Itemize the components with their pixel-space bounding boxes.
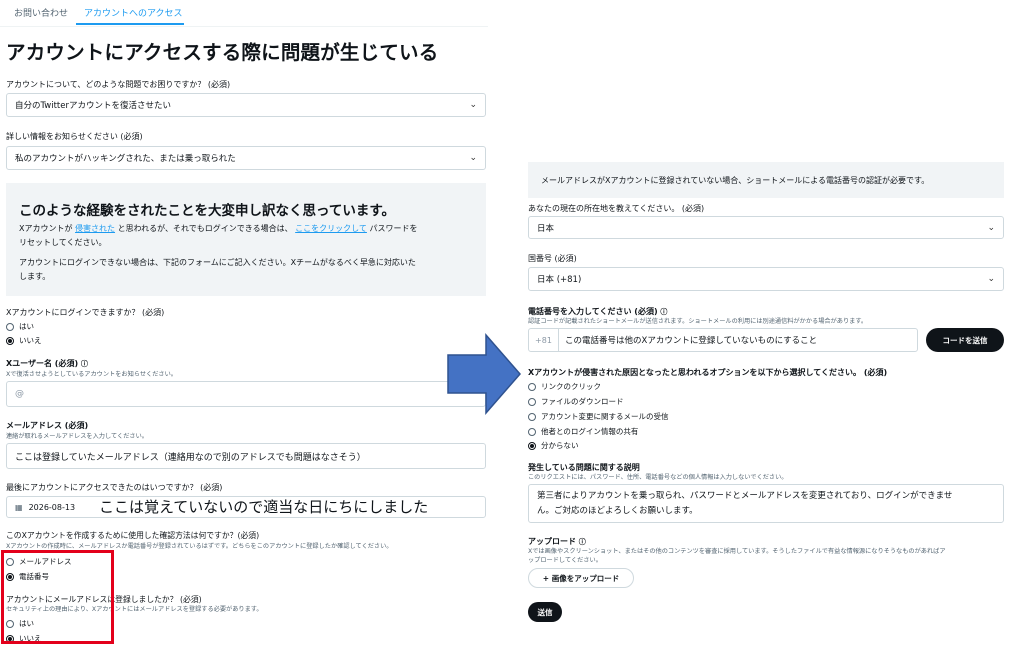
country-code-select[interactable]: 日本 (+81) ⌄ bbox=[528, 267, 1004, 291]
tab-contact[interactable]: お問い合わせ bbox=[14, 6, 68, 19]
location-select-value: 日本 bbox=[537, 223, 555, 234]
radio-label: いいえ bbox=[19, 336, 42, 345]
upload-help-2: ップロードしてください。 bbox=[528, 557, 602, 564]
description-help: このリクエストには、パスワード、住所、電話番号などの個人情報は入力しないでくださ… bbox=[528, 474, 788, 481]
detail-select[interactable]: 私のアカウントがハッキングされた、または乗っ取られた ⌄ bbox=[6, 146, 486, 170]
upload-help-1: Xでは画像やスクリーンショット、またはその他のコンテンツを審査に採用しています。… bbox=[528, 548, 946, 555]
location-select[interactable]: 日本 ⌄ bbox=[528, 216, 1004, 239]
chevron-down-icon: ⌄ bbox=[987, 274, 995, 284]
radio-icon bbox=[528, 382, 536, 391]
username-help: Xで復活させようとしているアカウントをお知らせください。 bbox=[6, 371, 177, 378]
username-input[interactable]: @ bbox=[6, 381, 486, 407]
country-code-value: 日本 (+81) bbox=[537, 275, 582, 285]
last-access-label: 最後にアカウントにアクセスできたのはいつですか？ (必須) bbox=[6, 483, 223, 492]
radio-icon bbox=[528, 412, 536, 421]
verify-help: Xアカウントの作成時に、メールアドレスか電話番号が登録されているはずです。どちら… bbox=[6, 543, 393, 550]
upload-label-text: アップロード bbox=[528, 537, 576, 546]
info-text: Xアカウントが bbox=[19, 224, 73, 233]
tab-account-access[interactable]: アカウントへのアクセス bbox=[84, 6, 183, 19]
radio-selected-icon bbox=[6, 336, 14, 345]
annotation-text: ここは覚えていないので適当な日にちにしました bbox=[99, 498, 429, 516]
radio-login-no[interactable]: いいえ bbox=[6, 335, 42, 346]
username-label-text: Xユーザー名 (必須) bbox=[6, 359, 79, 368]
highlight-box bbox=[1, 550, 114, 644]
info-text: と思われるが、それでもログインできる場合は、 bbox=[117, 224, 293, 233]
click-here-link[interactable]: ここをクリックして bbox=[295, 224, 367, 233]
calendar-icon: ▦ bbox=[15, 502, 23, 512]
info-paragraph-2-line2: します。 bbox=[19, 272, 51, 281]
chevron-down-icon: ⌄ bbox=[469, 100, 477, 110]
radio-cause-link[interactable]: リンクのクリック bbox=[528, 381, 601, 392]
radio-cause-email[interactable]: アカウント変更に関するメールの受信 bbox=[528, 411, 669, 422]
problem-label: アカウントについて、どのような問題でお困りですか？ (必須) bbox=[6, 80, 231, 89]
active-tab-indicator bbox=[76, 23, 184, 25]
info-paragraph-2: アカウントにログインできない場合は、下記のフォームにご記入ください。Xチームがな… bbox=[19, 258, 416, 267]
upload-image-button[interactable]: + 画像をアップロード bbox=[528, 568, 634, 588]
phone-input[interactable]: +81 この電話番号は他のXアカウントに登録していないものにすること bbox=[528, 328, 918, 352]
tab-divider bbox=[0, 26, 488, 27]
description-textarea[interactable]: 第三者によりアカウントを乗っ取られ、パスワードとメールアドレスを変更されており、… bbox=[528, 484, 1004, 523]
compromised-link[interactable]: 侵害された bbox=[75, 224, 115, 233]
phone-prefix: +81 bbox=[529, 329, 559, 351]
phone-input-value: この電話番号は他のXアカウントに登録していないものにすること bbox=[565, 336, 818, 346]
username-label: Xユーザー名 (必須) ⓘ bbox=[6, 358, 88, 369]
radio-label: はい bbox=[19, 322, 34, 331]
detail-label: 詳しい情報をお知らせください (必須) bbox=[6, 132, 143, 141]
cause-label: Xアカウントが侵害された原因となったと思われるオプションを以下から選択してくださ… bbox=[528, 368, 888, 377]
radio-label: ファイルのダウンロード bbox=[541, 397, 624, 406]
verify-label: このXアカウントを作成するために使用した確認方法は何ですか？(必須) bbox=[6, 531, 260, 540]
submit-button[interactable]: 送信 bbox=[528, 602, 562, 622]
radio-label: アカウント変更に関するメールの受信 bbox=[541, 412, 669, 421]
sms-notice-banner: メールアドレスがXアカウントに登録されていない場合、ショートメールによる電話番号… bbox=[528, 162, 1004, 198]
info-circle-icon: ⓘ bbox=[578, 538, 586, 546]
right-arrow-icon bbox=[447, 333, 521, 415]
radio-label: 分からない bbox=[541, 441, 579, 450]
email-help: 連絡が取れるメールアドレスを入力してください。 bbox=[6, 433, 148, 440]
page-title: アカウントにアクセスする際に問題が生じている bbox=[6, 41, 439, 64]
radio-icon bbox=[6, 322, 14, 331]
phone-help: 認証コードが記載されたショートメールが送信されます。ショートメールの利用には別途… bbox=[528, 318, 868, 325]
location-label: あなたの現在の所在地を教えてください。 (必須) bbox=[528, 204, 705, 213]
radio-selected-icon bbox=[528, 441, 536, 450]
phone-label-text: 電話番号を入力してください (必須) bbox=[528, 307, 658, 316]
country-code-label: 国番号 (必須) bbox=[528, 254, 577, 263]
radio-cause-unknown[interactable]: 分からない bbox=[528, 440, 579, 451]
email-input[interactable]: ここは登録していたメールアドレス（連絡用なので別のアドレスでも問題はなさそう） bbox=[6, 443, 486, 469]
radio-icon bbox=[528, 427, 536, 436]
date-value: 2026-08-13 bbox=[28, 502, 76, 512]
info-paragraph-1: Xアカウントが 侵害された と思われるが、それでもログインできる場合は、 ここを… bbox=[19, 223, 417, 234]
description-line: 第三者によりアカウントを乗っ取られ、パスワードとメールアドレスを変更されており、… bbox=[537, 491, 953, 501]
radio-login-yes[interactable]: はい bbox=[6, 321, 34, 332]
radio-cause-download[interactable]: ファイルのダウンロード bbox=[528, 396, 624, 407]
description-line: ん。ご対応のほどよろしくお願いします。 bbox=[537, 506, 698, 516]
at-prefix: @ bbox=[15, 389, 24, 399]
detail-select-value: 私のアカウントがハッキングされた、または乗っ取られた bbox=[15, 154, 236, 164]
problem-select[interactable]: 自分のTwitterアカウントを復活させたい ⌄ bbox=[6, 93, 486, 117]
chevron-down-icon: ⌄ bbox=[469, 153, 477, 163]
radio-label: リンクのクリック bbox=[541, 382, 601, 391]
info-circle-icon: ⓘ bbox=[660, 308, 668, 316]
email-label: メールアドレス (必須) bbox=[6, 421, 89, 430]
can-login-label: Xアカウントにログインできますか？ (必須) bbox=[6, 308, 165, 317]
chevron-down-icon: ⌄ bbox=[987, 222, 995, 233]
info-circle-icon: ⓘ bbox=[80, 360, 88, 368]
radio-label: 他者とのログイン情報の共有 bbox=[541, 427, 639, 436]
problem-select-value: 自分のTwitterアカウントを復活させたい bbox=[15, 101, 171, 111]
email-input-value: ここは登録していたメールアドレス（連絡用なので別のアドレスでも問題はなさそう） bbox=[15, 452, 366, 463]
info-paragraph-1-line2: リセットしてください。 bbox=[19, 238, 107, 247]
radio-cause-share[interactable]: 他者とのログイン情報の共有 bbox=[528, 426, 638, 437]
send-code-button[interactable]: コードを送信 bbox=[926, 328, 1004, 352]
info-text: パスワードを bbox=[369, 224, 418, 233]
info-heading: このような経験をされたことを大変申し訳なく思っています。 bbox=[19, 203, 395, 219]
radio-icon bbox=[528, 397, 536, 406]
